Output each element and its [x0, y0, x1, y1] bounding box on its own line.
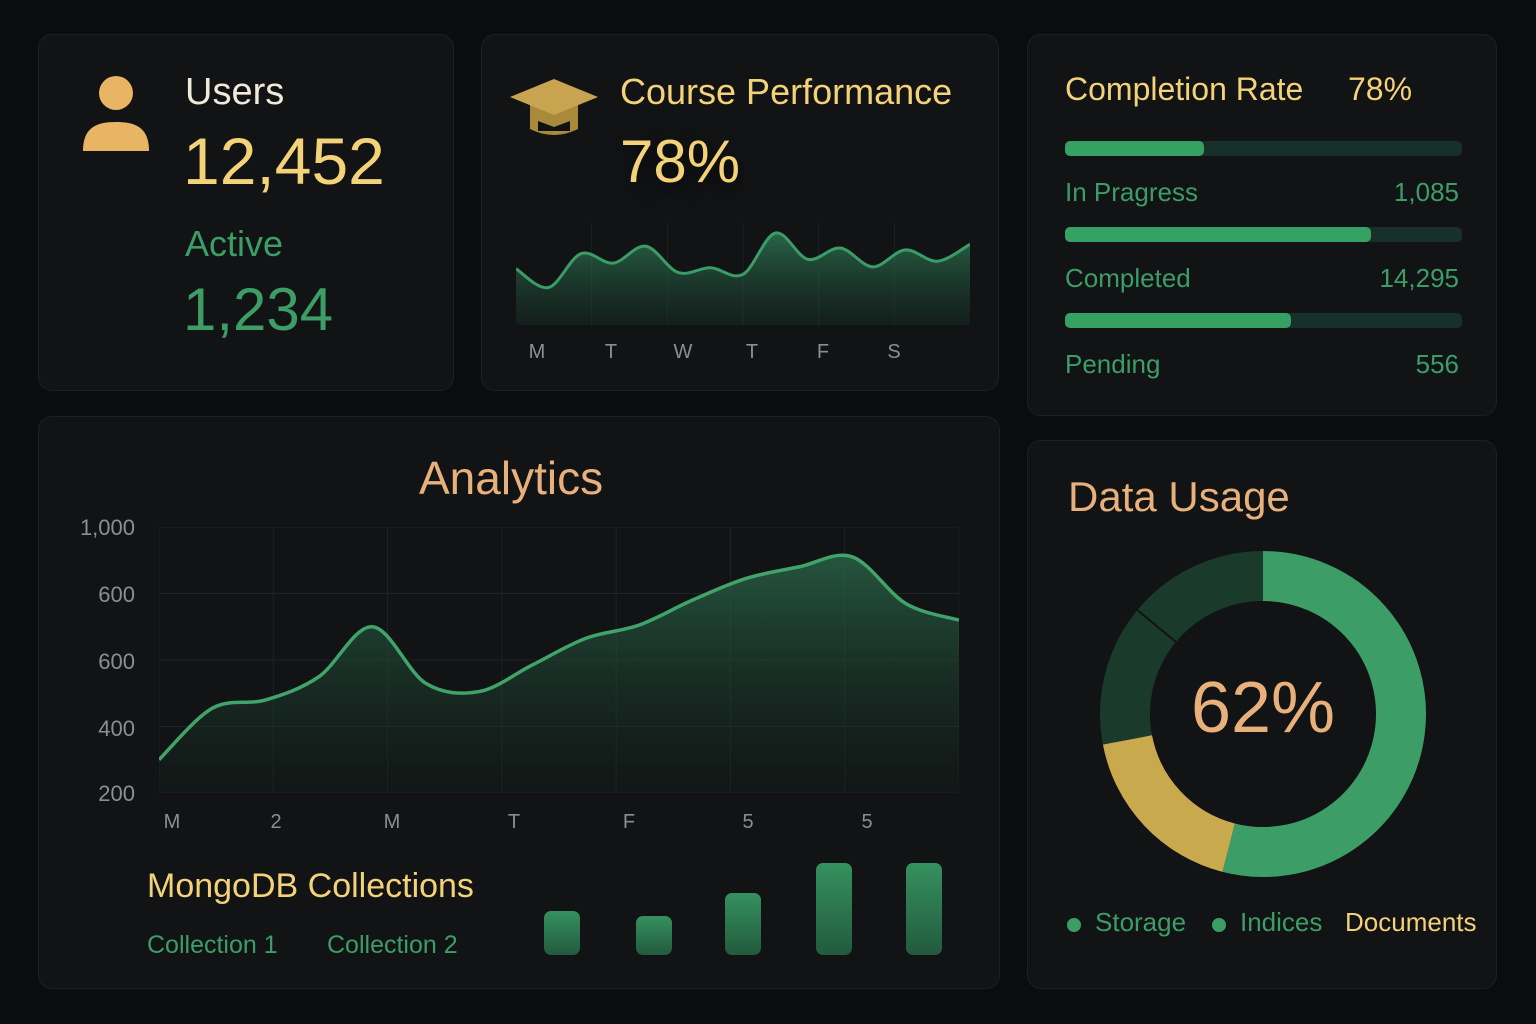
y-tick-label: 600	[98, 649, 135, 674]
donut-segment-indices	[1102, 734, 1236, 872]
mongodb-collections-title: MongoDB Collections	[147, 867, 474, 905]
progress-bar-fill	[1065, 313, 1292, 328]
data-usage-percent: 62%	[1190, 668, 1336, 748]
y-tick-label: 400	[98, 716, 135, 741]
legend-storage: Storage	[1095, 907, 1187, 937]
completion-rate-card: Completion Rate 78% In Prаgress 1,085 Co…	[1027, 34, 1497, 416]
completion-rate: 78%	[1348, 71, 1413, 107]
analytics-series-area	[159, 555, 959, 793]
y-tick-label: 200	[98, 781, 135, 806]
x-tick-label: M	[163, 811, 181, 833]
analytics-card: Analytics 1,000 600 600 400 200 M 2 M T …	[38, 416, 1000, 989]
day-label: S	[887, 341, 901, 363]
legend-indices: Indices	[1240, 907, 1323, 937]
progress-bar-fill	[1065, 227, 1371, 242]
row-value: 1,085	[1393, 177, 1459, 207]
row-value: 14,295	[1379, 263, 1459, 293]
row-label: Pending	[1065, 349, 1161, 379]
users-title: Users	[185, 71, 285, 113]
course-trend-chart	[516, 223, 970, 325]
collection-bar	[544, 910, 580, 955]
collection-bar	[816, 863, 852, 955]
x-tick-label: M	[383, 811, 401, 833]
user-icon	[83, 76, 149, 151]
course-percent: 78%	[620, 128, 741, 195]
indices-legend-dot	[1212, 918, 1226, 932]
data-usage-card: Data Usage 62% Storage Indices Documents	[1027, 440, 1497, 989]
collection-bar	[636, 916, 672, 955]
active-count: 1,234	[183, 276, 334, 343]
progress-bar	[1065, 141, 1462, 156]
completion-title: Completion Rate	[1065, 71, 1304, 107]
x-tick-label: 2	[270, 811, 282, 833]
progress-bar	[1065, 227, 1462, 242]
collection-link[interactable]: Collection 1	[147, 931, 278, 960]
row-value: 556	[1415, 349, 1459, 379]
users-count: 12,452	[183, 124, 385, 198]
row-label: Completed	[1065, 263, 1191, 293]
day-label: W	[673, 341, 693, 363]
active-label: Active	[185, 223, 284, 264]
collection-bar	[725, 893, 761, 955]
day-label: F	[816, 341, 830, 363]
legend-documents: Documents	[1345, 907, 1477, 937]
graduation-cap-icon	[510, 79, 598, 135]
y-tick-label: 1,000	[79, 515, 135, 540]
data-usage-title: Data Usage	[1068, 473, 1290, 520]
day-label: T	[604, 341, 618, 363]
y-tick-label: 600	[98, 582, 135, 607]
day-label: M	[528, 341, 546, 363]
row-label: In Prаgress	[1065, 177, 1198, 207]
x-tick-label: F	[622, 811, 636, 833]
day-label: T	[745, 341, 759, 363]
x-tick-label: 5	[742, 811, 754, 833]
collection-link[interactable]: Collection 2	[327, 931, 458, 960]
analytics-title: Analytics	[419, 452, 604, 504]
x-tick-label: 5	[861, 811, 873, 833]
storage-legend-dot	[1067, 918, 1081, 932]
users-card: Users 12,452 Active 1,234	[38, 34, 454, 391]
x-tick-label: T	[507, 811, 521, 833]
collection-bar	[906, 863, 942, 955]
progress-bar	[1065, 313, 1462, 328]
analytics-area-chart	[159, 527, 959, 793]
progress-bar-fill	[1065, 141, 1204, 156]
course-performance-card: Course Performance 78% M T W T F S	[481, 34, 999, 391]
course-title: Course Performance	[620, 71, 953, 112]
